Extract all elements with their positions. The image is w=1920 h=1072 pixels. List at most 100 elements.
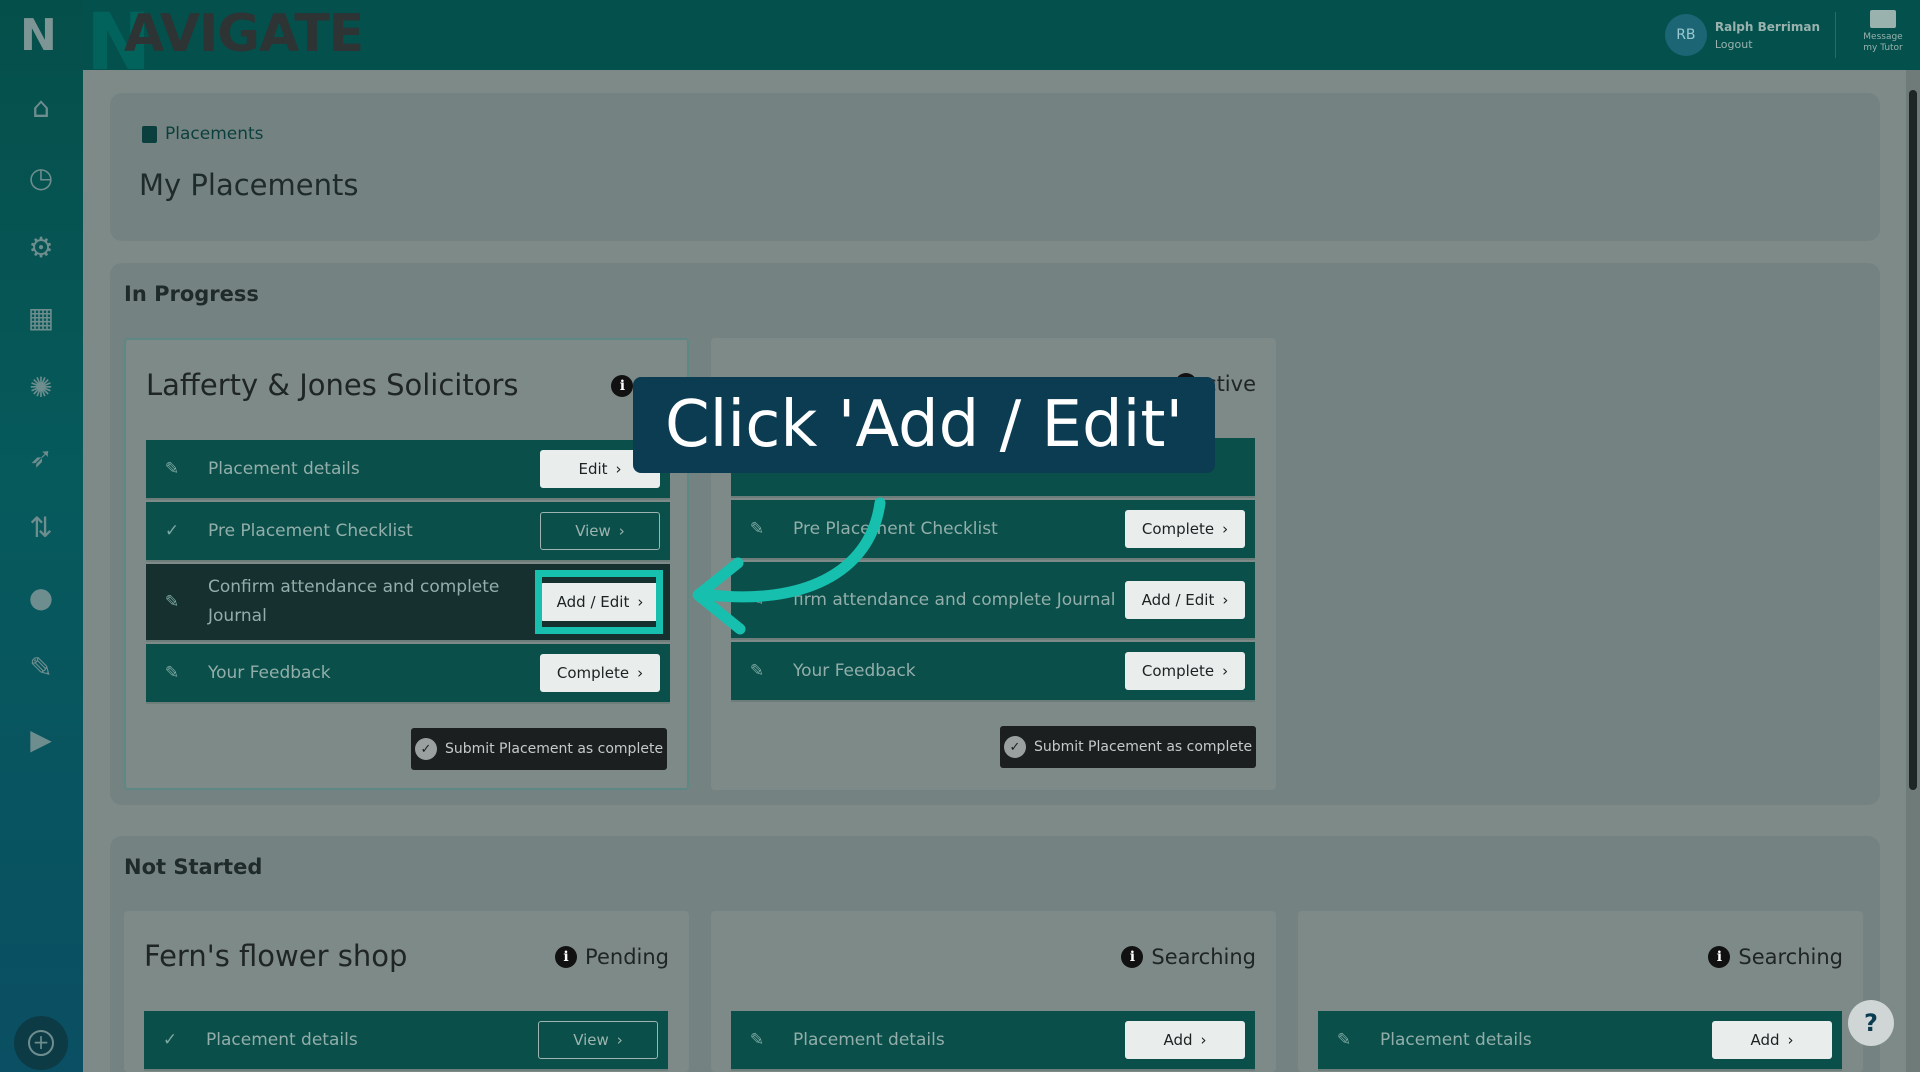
task-action-button[interactable]: Complete › xyxy=(1125,510,1245,548)
task-action-button[interactable]: Complete › xyxy=(1125,652,1245,690)
check-circle-icon: ✓ xyxy=(1003,736,1026,758)
chevron-right-icon: › xyxy=(1787,1031,1794,1049)
submit-placement-button[interactable]: ✓ Submit Placement as complete xyxy=(411,728,667,770)
submit-label: Submit Placement as complete xyxy=(444,741,664,757)
task-label: Confirm attendance and complete Journal xyxy=(208,577,500,626)
placement-title: Lafferty & Jones Solicitors xyxy=(146,368,519,402)
home-icon[interactable]: ⌂ xyxy=(16,82,66,132)
check-icon: ✓ xyxy=(164,521,180,541)
task-action-button[interactable]: View › xyxy=(538,1021,658,1059)
task-label: Placement details xyxy=(1380,1029,1532,1050)
chevron-right-icon: › xyxy=(1222,662,1229,680)
message-tutor-button[interactable]: Message my Tutor xyxy=(1858,10,1908,54)
task-label: Your Feedback xyxy=(793,660,916,681)
submit-placement-button[interactable]: ✓ Submit Placement as complete xyxy=(1000,726,1256,768)
plus-circle-icon: + xyxy=(28,1030,54,1056)
edit-icon: ✎ xyxy=(749,1030,765,1050)
button-label: Add xyxy=(1163,1031,1193,1049)
page-title: My Placements xyxy=(139,168,359,202)
button-label: Complete xyxy=(1141,520,1215,538)
rocket-icon[interactable]: ➶ xyxy=(16,432,66,482)
edit-icon: ✎ xyxy=(164,663,180,683)
button-label: Complete xyxy=(1141,662,1215,680)
task-row: ✎ Placement details Edit › xyxy=(146,440,670,500)
edit-icon: ✎ xyxy=(749,661,765,681)
chevron-right-icon: › xyxy=(1222,520,1229,538)
task-label: Placement details xyxy=(208,458,360,479)
edit-icon: ✎ xyxy=(164,592,180,612)
user-icon[interactable]: ● xyxy=(16,572,66,622)
add-edit-highlight xyxy=(535,570,663,634)
placement-card: i Searching ✎ Placement details Add › xyxy=(1298,911,1863,1072)
help-widget-icon[interactable]: ? xyxy=(1848,1000,1894,1046)
button-label: View xyxy=(575,522,611,540)
play-icon[interactable]: ▶ xyxy=(16,714,66,764)
chevron-right-icon: › xyxy=(618,522,625,540)
edit-icon: ✎ xyxy=(1336,1030,1352,1050)
placement-card: Fern's flower shop i Pending ✓ Placement det… xyxy=(124,911,689,1072)
status-text: Pending xyxy=(585,945,669,969)
section-title-not-started: Not Started xyxy=(124,855,263,879)
status-text: Searching xyxy=(1151,945,1256,969)
tutorial-callout: Click 'Add / Edit' xyxy=(633,377,1215,473)
task-row: ✎ Your Feedback Complete › xyxy=(731,642,1255,702)
building-icon[interactable]: ▦ xyxy=(16,292,66,342)
section-title-in-progress: In Progress xyxy=(124,282,259,306)
status-text: Searching xyxy=(1738,945,1843,969)
button-label: Complete xyxy=(556,664,630,682)
message-tutor-label: Message my Tutor xyxy=(1863,32,1903,53)
chevron-right-icon: › xyxy=(1200,1031,1207,1049)
task-action-button[interactable]: Complete › xyxy=(540,654,660,692)
avatar[interactable]: RB xyxy=(1664,14,1707,56)
sidebar-logo[interactable]: N xyxy=(20,10,57,61)
task-action-button[interactable]: View › xyxy=(540,512,660,550)
submit-label: Submit Placement as complete xyxy=(1033,739,1253,755)
building-icon xyxy=(142,125,157,143)
task-row: ✎ Placement details Add › xyxy=(1318,1011,1842,1071)
tutorial-arrow xyxy=(692,497,886,635)
envelope-icon xyxy=(1870,10,1896,28)
task-label: Placement details xyxy=(206,1029,358,1050)
signpost-icon[interactable]: ⇅ xyxy=(16,502,66,552)
task-label: Your Feedback xyxy=(208,662,331,683)
info-icon[interactable]: i xyxy=(611,375,634,397)
clock-icon[interactable]: ◷ xyxy=(16,152,66,202)
add-button[interactable]: + xyxy=(14,1016,68,1070)
sidebar: N ⌂ ◷ ⚙ ▦ ✺ ➶ ⇅ ● ✎ ▶ + xyxy=(0,0,83,1072)
button-label: Add / Edit xyxy=(1141,591,1215,609)
breadcrumb-placements[interactable]: Placements xyxy=(165,124,264,144)
scrollbar-thumb[interactable] xyxy=(1909,90,1917,790)
task-action-button[interactable]: Add / Edit › xyxy=(1125,581,1245,619)
user-name: Ralph Berriman xyxy=(1714,19,1820,34)
task-row: ✓ Pre Placement Checklist View › xyxy=(146,502,670,562)
chevron-right-icon: › xyxy=(615,460,622,478)
button-label: Add xyxy=(1750,1031,1780,1049)
info-icon[interactable]: i xyxy=(1708,946,1731,968)
task-action-button[interactable]: Add › xyxy=(1712,1021,1832,1059)
check-icon: ✓ xyxy=(162,1030,178,1050)
check-circle-icon: ✓ xyxy=(414,738,437,760)
logout-link[interactable]: Logout xyxy=(1715,38,1820,51)
button-label: Edit xyxy=(578,460,608,478)
task-action-button[interactable]: Add › xyxy=(1125,1021,1245,1059)
chevron-right-icon: › xyxy=(616,1031,623,1049)
breadcrumb[interactable]: Placements xyxy=(142,124,264,144)
top-bar: N AVIGATE RB Ralph Berriman Logout Messa… xyxy=(0,0,1920,88)
navigate-logo[interactable]: N AVIGATE xyxy=(86,0,364,88)
placement-title: Fern's flower shop xyxy=(144,939,408,973)
placement-card: i Searching ✎ Placement details Add › xyxy=(711,911,1276,1072)
logo-wordmark: AVIGATE xyxy=(124,4,364,64)
lightbulb-icon[interactable]: ✺ xyxy=(16,362,66,412)
info-icon[interactable]: i xyxy=(555,946,578,968)
user-menu[interactable]: RB Ralph Berriman Logout xyxy=(1664,14,1820,56)
task-label: Placement details xyxy=(793,1029,945,1050)
edit-icon: ✎ xyxy=(164,459,180,479)
gears-icon[interactable]: ⚙ xyxy=(16,222,66,272)
info-icon[interactable]: i xyxy=(1121,946,1144,968)
header-panel xyxy=(110,93,1880,241)
task-row: ✎ Placement details Add › xyxy=(731,1011,1255,1071)
task-row: ✓ Placement details View › xyxy=(144,1011,668,1071)
chevron-right-icon: › xyxy=(637,664,644,682)
status-badge: i Searching xyxy=(1121,945,1256,969)
edit-document-icon[interactable]: ✎ xyxy=(16,642,66,692)
